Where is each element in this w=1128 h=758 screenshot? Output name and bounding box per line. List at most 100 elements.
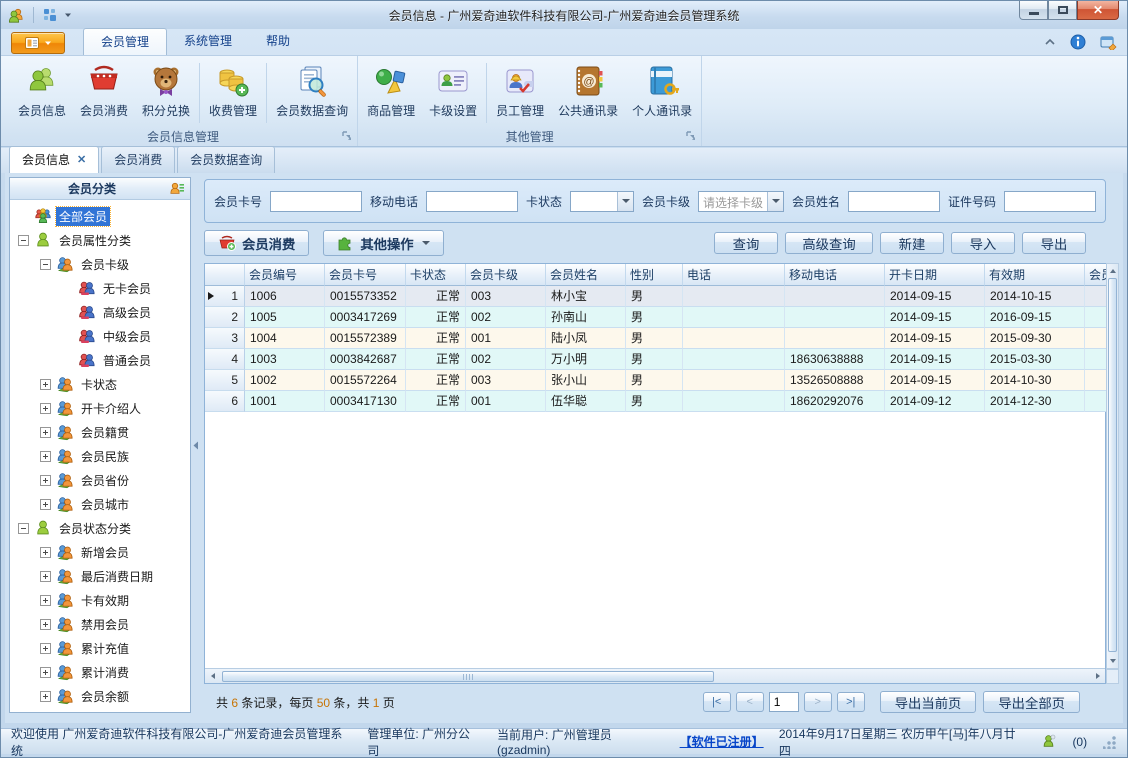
maximize-button[interactable] bbox=[1048, 1, 1077, 20]
feedback-icon[interactable] bbox=[1100, 35, 1117, 50]
online-user-icon[interactable] bbox=[1041, 734, 1056, 749]
action-button-导出[interactable]: 导出 bbox=[1022, 232, 1086, 254]
column-header-开卡日期[interactable]: 开卡日期 bbox=[885, 264, 985, 286]
resize-grip[interactable] bbox=[1103, 734, 1117, 749]
tree-item-卡有效期[interactable]: 卡有效期 bbox=[14, 588, 190, 612]
group-dialog-launcher[interactable] bbox=[686, 131, 697, 142]
tree-expander-plus-icon[interactable] bbox=[40, 690, 51, 702]
column-header-移动电话[interactable]: 移动电话 bbox=[785, 264, 885, 286]
tree-expander-plus-icon[interactable] bbox=[40, 402, 51, 414]
filter-input-会员卡号[interactable] bbox=[270, 190, 363, 212]
info-icon[interactable] bbox=[1070, 34, 1086, 50]
combo-dropdown-icon[interactable] bbox=[766, 191, 783, 211]
next-page-button[interactable]: > bbox=[803, 692, 832, 712]
column-header-会员卡级[interactable]: 会员卡级 bbox=[466, 264, 546, 286]
tree-item-最后消费日期[interactable]: 最后消费日期 bbox=[14, 564, 190, 588]
tree-item-会员民族[interactable]: 会员民族 bbox=[14, 444, 190, 468]
register-link[interactable]: 【软件已注册】 bbox=[680, 733, 764, 750]
tree-expander-plus-icon[interactable] bbox=[40, 570, 51, 582]
tree-expander-plus-icon[interactable] bbox=[40, 618, 51, 630]
row-header[interactable]: 1 bbox=[205, 286, 245, 307]
ribbon-button-个人通讯录[interactable]: 个人通讯录 bbox=[625, 59, 699, 122]
toolbar-button-会员消费[interactable]: 会员消费 bbox=[204, 230, 310, 256]
row-header[interactable]: 4 bbox=[205, 349, 245, 370]
row-header[interactable]: 5 bbox=[205, 370, 245, 391]
tree-expander-plus-icon[interactable] bbox=[40, 450, 51, 462]
scroll-left-icon[interactable] bbox=[205, 669, 220, 683]
previous-page-button[interactable]: < bbox=[735, 692, 764, 712]
column-header-卡状态[interactable]: 卡状态 bbox=[406, 264, 466, 286]
tree-expander-plus-icon[interactable] bbox=[40, 378, 51, 390]
column-header-会员姓名[interactable]: 会员姓名 bbox=[546, 264, 626, 286]
scroll-right-icon[interactable] bbox=[1090, 669, 1105, 683]
row-header[interactable]: 2 bbox=[205, 307, 245, 328]
column-header-会员编号[interactable]: 会员编号 bbox=[245, 264, 325, 286]
last-page-button[interactable]: >| bbox=[836, 692, 865, 712]
column-header-性别[interactable]: 性别 bbox=[626, 264, 683, 286]
tree-item-会员属性分类[interactable]: 会员属性分类 bbox=[14, 228, 190, 252]
first-page-button[interactable]: |< bbox=[702, 692, 731, 712]
ribbon-button-会员消费[interactable]: 会员消费 bbox=[73, 59, 135, 122]
tree-expander-plus-icon[interactable] bbox=[40, 546, 51, 558]
column-header-会员[interactable]: 会员 bbox=[1085, 264, 1107, 286]
tree-expander-minus-icon[interactable] bbox=[18, 522, 29, 534]
document-tab-会员数据查询[interactable]: 会员数据查询 bbox=[177, 146, 276, 173]
tree-item-会员省份[interactable]: 会员省份 bbox=[14, 468, 190, 492]
tree-expander-plus-icon[interactable] bbox=[40, 426, 51, 438]
filter-input-会员姓名[interactable] bbox=[847, 190, 940, 212]
minimize-button[interactable] bbox=[1019, 1, 1048, 20]
scroll-down-icon[interactable] bbox=[1107, 654, 1118, 668]
layout-icon[interactable] bbox=[42, 7, 58, 23]
filter-combo-卡状态[interactable] bbox=[570, 190, 634, 212]
ribbon-button-卡级设置[interactable]: 卡级设置 bbox=[422, 59, 484, 122]
ribbon-button-会员数据查询[interactable]: 会员数据查询 bbox=[269, 59, 355, 122]
tree-item-禁用会员[interactable]: 禁用会员 bbox=[14, 612, 190, 636]
table-row[interactable]: 6 1001 0003417130 正常 001 伍华聪男 18620292076 2014-… bbox=[205, 391, 1107, 412]
table-row[interactable]: 1 1006 0015573352 正常 003 林小宝男 2014-09-15 2014-1… bbox=[205, 286, 1107, 307]
export-button-导出当前页[interactable]: 导出当前页 bbox=[879, 691, 977, 713]
splitter-handle[interactable] bbox=[191, 177, 201, 713]
table-row[interactable]: 2 1005 0003417269 正常 002 孙南山男 2014-09-15 2016-0… bbox=[205, 307, 1107, 328]
column-header-会员卡号[interactable]: 会员卡号 bbox=[325, 264, 406, 286]
tree-expander-plus-icon[interactable] bbox=[40, 474, 51, 486]
group-dialog-launcher[interactable] bbox=[342, 131, 353, 142]
tree-item-新增会员[interactable]: 新增会员 bbox=[14, 540, 190, 564]
tree-item-中级会员[interactable]: 中级会员 bbox=[14, 324, 190, 348]
tree-item-会员籍贯[interactable]: 会员籍贯 bbox=[14, 420, 190, 444]
tree-item-会员城市[interactable]: 会员城市 bbox=[14, 492, 190, 516]
application-menu-button[interactable] bbox=[11, 32, 65, 54]
ribbon-tab-系统管理[interactable]: 系统管理 bbox=[167, 28, 249, 55]
filter-input-证件号码[interactable] bbox=[1004, 190, 1096, 212]
tree-expander-plus-icon[interactable] bbox=[40, 594, 51, 606]
ribbon-button-商品管理[interactable]: 商品管理 bbox=[360, 59, 422, 122]
tree-expander-plus-icon[interactable] bbox=[40, 498, 51, 510]
tree-item-会员状态分类[interactable]: 会员状态分类 bbox=[14, 516, 190, 540]
tree-item-会员卡级[interactable]: 会员卡级 bbox=[14, 252, 190, 276]
vertical-scrollbar[interactable] bbox=[1106, 263, 1119, 669]
row-header[interactable]: 6 bbox=[205, 391, 245, 412]
column-header-电话[interactable]: 电话 bbox=[683, 264, 785, 286]
ribbon-tab-会员管理[interactable]: 会员管理 bbox=[83, 28, 168, 55]
ribbon-button-公共通讯录[interactable]: @ 公共通讯录 bbox=[551, 59, 625, 122]
document-tab-会员信息[interactable]: 会员信息 ✕ bbox=[9, 146, 100, 173]
tree-item-累计充值[interactable]: 累计充值 bbox=[14, 636, 190, 660]
horizontal-scrollbar[interactable] bbox=[205, 668, 1105, 683]
tab-close-icon[interactable]: ✕ bbox=[77, 154, 86, 165]
collapse-ribbon-icon[interactable] bbox=[1044, 38, 1056, 46]
ribbon-button-员工管理[interactable]: 员工管理 bbox=[489, 59, 551, 122]
table-row[interactable]: 3 1004 0015572389 正常 001 陆小凤男 2014-09-15 2015-0… bbox=[205, 328, 1107, 349]
tree-item-会员余额[interactable]: 会员余额 bbox=[14, 684, 190, 708]
table-row[interactable]: 4 1003 0003842687 正常 002 万小明男 18630638888 2014-… bbox=[205, 349, 1107, 370]
column-header-有效期[interactable]: 有效期 bbox=[985, 264, 1085, 286]
close-button[interactable]: ✕ bbox=[1077, 1, 1119, 20]
document-tab-会员消费[interactable]: 会员消费 bbox=[101, 146, 176, 173]
scroll-up-icon[interactable] bbox=[1107, 264, 1118, 278]
combo-dropdown-icon[interactable] bbox=[616, 191, 633, 211]
tree-item-普通会员[interactable]: 普通会员 bbox=[14, 348, 190, 372]
tree-item-卡状态[interactable]: 卡状态 bbox=[14, 372, 190, 396]
action-button-导入[interactable]: 导入 bbox=[951, 232, 1015, 254]
row-header[interactable]: 3 bbox=[205, 328, 245, 349]
member-category-icon[interactable] bbox=[169, 181, 185, 197]
action-button-高级查询[interactable]: 高级查询 bbox=[785, 232, 873, 254]
ribbon-button-会员信息[interactable]: 会员信息 bbox=[11, 59, 73, 122]
